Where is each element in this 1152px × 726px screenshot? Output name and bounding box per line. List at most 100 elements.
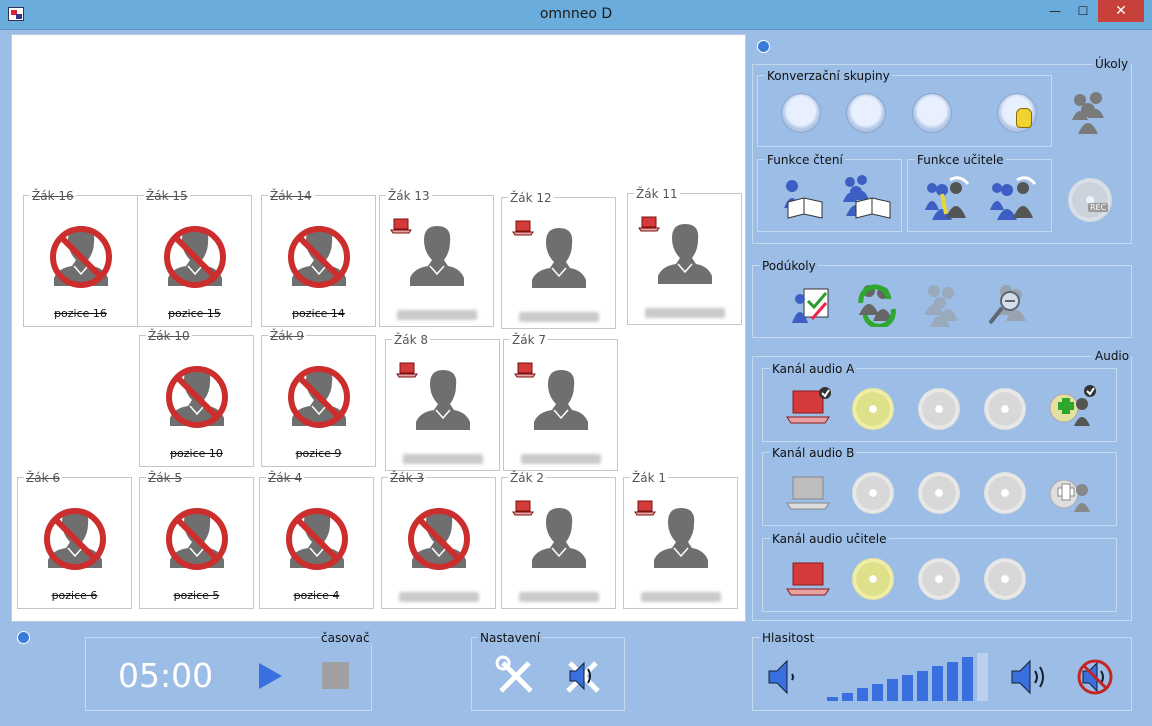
student-seat[interactable]: Žák 16 pozice 16	[23, 190, 138, 327]
classroom-seat-area: Žák 16 pozice 16 Žák 15 pozice 15 Žák 14 pozi…	[11, 34, 746, 622]
tasks-title: Úkoly	[1093, 57, 1131, 71]
blurred-student-name	[518, 312, 599, 322]
student-avatar-icon	[402, 222, 472, 295]
mute-icon[interactable]	[1075, 657, 1115, 697]
student-avatar-icon	[650, 220, 720, 293]
channel-b-laptop-icon[interactable]	[785, 473, 833, 511]
stop-button[interactable]	[322, 662, 349, 689]
student-seat[interactable]: Žák 9 pozice 9	[261, 330, 376, 467]
maximize-button[interactable]: ☐	[1070, 0, 1096, 22]
student-seat[interactable]: Žák 15 pozice 15	[137, 190, 252, 327]
channel-a-disc-1[interactable]	[852, 388, 894, 430]
conversation-groups-title: Konverzační skupiny	[765, 69, 892, 83]
blurred-student-name	[520, 454, 601, 464]
teacher-monitor-icon[interactable]	[987, 174, 1037, 222]
volume-bar	[857, 688, 868, 701]
student-seat[interactable]: Žák 10 pozice 10	[139, 330, 254, 467]
channel-teacher-disc-2[interactable]	[918, 558, 960, 600]
channel-teacher-disc-3[interactable]	[984, 558, 1026, 600]
window-title: omnneo D	[539, 6, 613, 22]
student-seat[interactable]: Žák 11	[627, 188, 742, 325]
blurred-student-name	[518, 592, 599, 602]
student-seat[interactable]: Žák 14 pozice 14	[261, 190, 376, 327]
student-seat[interactable]: Žák 13	[379, 190, 494, 327]
subtask-inspect-icon[interactable]	[986, 281, 1030, 327]
subtask-rotate-icon[interactable]	[855, 281, 899, 329]
blurred-student-name	[396, 310, 477, 320]
seat-label: Žák 12	[508, 191, 554, 205]
subtask-share-icon[interactable]	[920, 281, 964, 327]
seat-position-label: pozice 15	[168, 307, 221, 320]
student-seat[interactable]: Žák 4 pozice 4	[259, 472, 374, 609]
student-seat[interactable]: Žák 5 pozice 5	[139, 472, 254, 609]
seat-label: Žák 6	[24, 471, 62, 485]
seat-label: Žák 14	[268, 189, 314, 203]
channel-a-disc-2[interactable]	[918, 388, 960, 430]
student-avatar-icon	[646, 504, 716, 577]
student-seat[interactable]: Žák 8	[385, 334, 500, 471]
channel-a-disc-3[interactable]	[984, 388, 1026, 430]
blurred-student-name	[640, 592, 721, 602]
channel-a-add-icon[interactable]	[1048, 384, 1098, 428]
absent-student-icon	[46, 222, 116, 295]
teacher-title: Funkce učitele	[915, 153, 1006, 167]
student-seat[interactable]: Žák 3	[381, 472, 496, 609]
play-button[interactable]	[257, 662, 283, 690]
reading-group-icon[interactable]	[840, 172, 892, 220]
volume-bar	[842, 692, 853, 701]
student-avatar-icon	[524, 224, 594, 297]
channel-b-disc-3[interactable]	[984, 472, 1026, 514]
seat-label: Žák 2	[508, 471, 546, 485]
absent-student-icon	[404, 504, 474, 577]
volume-bar	[932, 666, 943, 701]
volume-bar	[977, 653, 988, 701]
pin-icon[interactable]	[757, 40, 770, 53]
audio-settings-icon[interactable]	[562, 655, 604, 697]
seat-label: Žák 4	[266, 471, 304, 485]
seat-label: Žák 11	[634, 187, 680, 201]
student-seat[interactable]: Žák 2	[501, 472, 616, 609]
seat-position-label: pozice 9	[295, 447, 342, 460]
seat-label: Žák 16	[30, 189, 76, 203]
student-seat[interactable]: Žák 7	[503, 334, 618, 471]
conversation-group-3-button[interactable]	[912, 93, 952, 133]
minimize-button[interactable]: —	[1042, 0, 1068, 22]
volume-level-bars[interactable]	[827, 653, 993, 701]
conversation-group-2-button[interactable]	[846, 93, 886, 133]
seat-label: Žák 10	[146, 329, 192, 343]
volume-down-icon[interactable]	[767, 659, 803, 695]
group-all-students-icon[interactable]	[1066, 88, 1110, 134]
teacher-demo-icon[interactable]	[922, 174, 970, 222]
channel-b-disc-2[interactable]	[918, 472, 960, 514]
close-button[interactable]: ✕	[1098, 0, 1144, 22]
pin-icon-bottom[interactable]	[17, 631, 30, 644]
channel-a-laptop-icon[interactable]	[785, 387, 833, 425]
absent-student-icon	[160, 222, 230, 295]
channel-b-add-icon[interactable]	[1048, 470, 1098, 514]
channel-b-disc-1[interactable]	[852, 472, 894, 514]
blurred-student-name	[398, 592, 479, 602]
seat-position-label: pozice 4	[293, 589, 340, 602]
record-label: REC	[1088, 203, 1109, 212]
reading-single-icon[interactable]	[778, 176, 826, 220]
seat-label: Žák 8	[392, 333, 430, 347]
absent-student-icon	[284, 222, 354, 295]
seat-position-label: pozice 5	[173, 589, 220, 602]
absent-student-icon	[284, 362, 354, 435]
tools-icon[interactable]	[495, 655, 537, 697]
channel-teacher-disc-1[interactable]	[852, 558, 894, 600]
student-seat[interactable]: Žák 6 pozice 6	[17, 472, 132, 609]
seat-label: Žák 5	[146, 471, 184, 485]
conversation-group-1-button[interactable]	[781, 93, 821, 133]
absent-student-icon	[162, 362, 232, 435]
record-button[interactable]	[1068, 178, 1112, 222]
channel-teacher-laptop-icon[interactable]	[785, 559, 833, 597]
student-seat[interactable]: Žák 12	[501, 192, 616, 329]
volume-up-icon[interactable]	[1010, 659, 1052, 695]
channel-b-title: Kanál audio B	[770, 446, 857, 460]
subtask-evaluate-icon[interactable]	[790, 283, 832, 325]
student-seat[interactable]: Žák 1	[623, 472, 738, 609]
seat-position-label: pozice 10	[170, 447, 223, 460]
student-avatar-icon	[526, 366, 596, 439]
reading-title: Funkce čtení	[765, 153, 845, 167]
